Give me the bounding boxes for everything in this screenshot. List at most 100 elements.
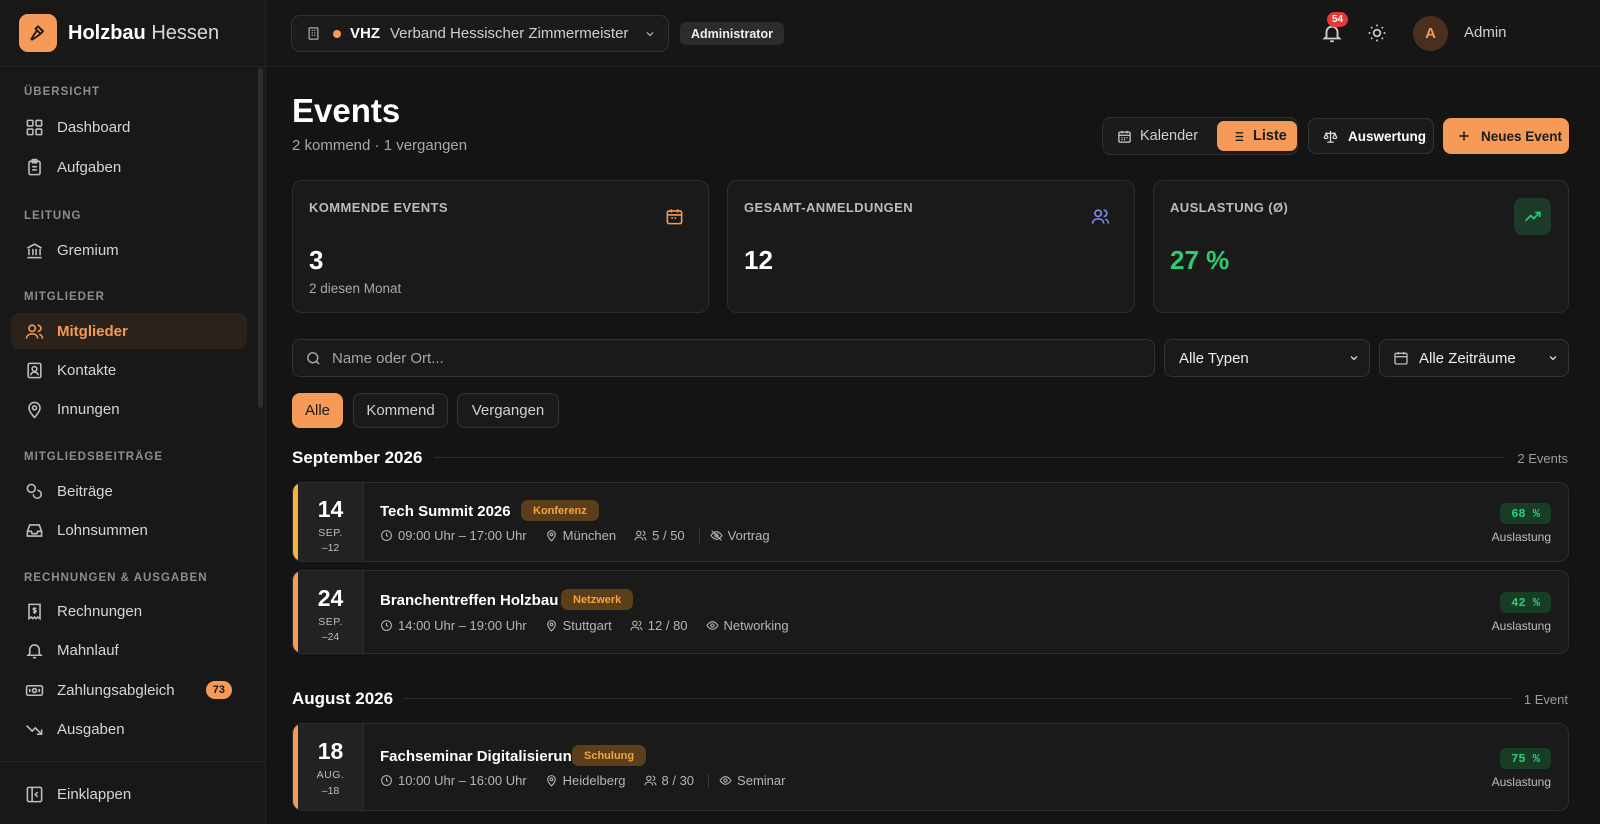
user-name[interactable]: Admin	[1464, 24, 1507, 41]
users-icon	[1091, 209, 1110, 224]
sidebar-item-label: Mahnlauf	[57, 641, 119, 659]
sidebar: Holzbau Hessen ÜBERSICHT Dashboard Aufga…	[0, 0, 266, 824]
new-event-button[interactable]: Neues Event	[1443, 118, 1569, 154]
event-kind: Seminar	[719, 773, 785, 788]
chevron-down-icon	[646, 31, 654, 36]
event-time: 14:00 Uhr – 19:00 Uhr	[380, 618, 527, 633]
trending-up-icon	[1524, 211, 1541, 221]
time-select[interactable]: Alle Zeiträume	[1379, 339, 1569, 377]
avatar[interactable]: A	[1413, 16, 1448, 51]
sidebar-item-label: Rechnungen	[57, 602, 143, 620]
event-row[interactable]: 24 SEP. –24 Branchentreffen Holzbau Netz…	[292, 570, 1569, 654]
sidebar-item-kontakte[interactable]: Kontakte	[11, 352, 247, 388]
event-date-block: 14 SEP. –12	[298, 483, 364, 561]
sidebar-item-mitglieder[interactable]: Mitglieder	[11, 313, 247, 349]
filter-chip-past[interactable]: Vergangen	[457, 393, 559, 428]
sidebar-item-innungen[interactable]: Innungen	[11, 391, 247, 427]
sidebar-item-label: Dashboard	[57, 118, 131, 136]
users-icon	[25, 323, 44, 339]
search-input[interactable]	[332, 349, 1112, 367]
event-meta: 10:00 Uhr – 16:00 Uhr Heidelberg 8 / 30 …	[380, 773, 803, 788]
view-list-label: Liste	[1253, 128, 1287, 144]
role-badge: Administrator	[680, 22, 784, 45]
stat-value: 27 %	[1170, 245, 1230, 275]
event-seats: 12 / 80	[630, 618, 688, 633]
contact-card-icon	[27, 362, 42, 378]
sidebar-item-aufgaben[interactable]: Aufgaben	[11, 149, 247, 185]
clipboard-icon	[28, 158, 41, 175]
hammer-icon	[19, 14, 57, 52]
stat-label: KOMMENDE EVENTS	[309, 200, 448, 215]
section-label-mitglieder: MITGLIEDER	[24, 291, 105, 303]
view-calendar-button[interactable]: Kalender	[1117, 121, 1198, 151]
trending-down-icon	[26, 724, 43, 735]
notification-count-badge: 54	[1327, 12, 1349, 27]
event-title[interactable]: Tech Summit 2026	[380, 503, 511, 520]
type-select-value: Alle Typen	[1179, 349, 1249, 367]
stat-label: GESAMT-ANMELDUNGEN	[744, 200, 913, 215]
filter-chip-all[interactable]: Alle	[292, 393, 343, 428]
sidebar-item-rechnungen[interactable]: Rechnungen	[11, 593, 247, 629]
org-switcher[interactable]: VHZ Verband Hessischer Zimmermeister	[291, 15, 669, 52]
event-row[interactable]: 14 SEP. –12 Tech Summit 2026 Konferenz 0…	[292, 482, 1569, 562]
sidebar-item-label: Ausgaben	[57, 720, 125, 738]
sidebar-item-lohnsummen[interactable]: Lohnsummen	[11, 512, 247, 548]
stat-value: 3	[309, 245, 324, 275]
event-day: 24	[317, 585, 344, 611]
sidebar-item-zahlungsabgleich[interactable]: Zahlungsabgleich 73	[11, 672, 247, 708]
coins-icon	[26, 483, 43, 499]
section-label-uebersicht: ÜBERSICHT	[24, 86, 101, 98]
new-event-label: Neues Event	[1481, 128, 1563, 144]
event-row[interactable]: 18 AUG. –18 Fachseminar Digitalisierung …	[292, 723, 1569, 811]
theme-toggle-sun-icon[interactable]	[1367, 23, 1387, 43]
section-label-mitgliedsbeitraege: MITGLIEDSBEITRÄGE	[24, 451, 164, 463]
type-select[interactable]: Alle Typen	[1164, 339, 1370, 377]
event-title[interactable]: Fachseminar Digitalisierung	[380, 748, 581, 765]
event-place: Heidelberg	[545, 773, 626, 788]
event-date-block: 18 AUG. –18	[298, 724, 364, 810]
brand-name: Holzbau Hessen	[68, 21, 220, 44]
stat-card-registrations: GESAMT-ANMELDUNGEN 12	[727, 180, 1135, 313]
clock-icon	[381, 530, 392, 541]
sidebar-item-dashboard[interactable]: Dashboard	[11, 109, 247, 145]
sidebar-item-gremium[interactable]: Gremium	[11, 232, 247, 268]
search-box	[292, 339, 1155, 377]
count-badge: 73	[205, 681, 232, 699]
eye-icon	[719, 776, 732, 785]
calendar-icon	[1118, 130, 1131, 143]
event-month: SEP.	[318, 616, 343, 628]
sidebar-item-label: Gremium	[57, 241, 119, 259]
utilization-badge: 42 %	[1500, 592, 1551, 613]
collapse-icon	[26, 786, 43, 802]
view-calendar-label: Kalender	[1140, 128, 1199, 144]
divider	[698, 528, 700, 543]
page-subtitle: 2 kommend · 1 vergangen	[292, 137, 468, 154]
event-meta: 09:00 Uhr – 17:00 Uhr München 5 / 50 Vor…	[380, 528, 788, 543]
event-kind: Vortrag	[710, 528, 770, 543]
sidebar-item-label: Lohnsummen	[57, 521, 148, 539]
chevron-down-icon	[1350, 356, 1358, 361]
sidebar-item-beitraege[interactable]: Beiträge	[11, 473, 247, 509]
view-list-button[interactable]: Liste	[1217, 121, 1297, 151]
map-pin-icon	[546, 775, 556, 787]
collapse-label: Einklappen	[57, 785, 132, 803]
event-seats: 5 / 50	[634, 528, 685, 543]
utilization-label: Auslastung	[1491, 530, 1551, 544]
users-icon	[634, 530, 647, 541]
filter-chip-upcoming[interactable]: Kommend	[353, 393, 448, 428]
building-columns-icon	[26, 242, 43, 258]
event-title[interactable]: Branchentreffen Holzbau	[380, 592, 558, 609]
sidebar-scrollbar[interactable]	[258, 68, 263, 408]
inbox-icon	[26, 523, 43, 537]
calendar-icon	[1394, 352, 1408, 365]
brand[interactable]: Holzbau Hessen	[0, 0, 265, 67]
clock-icon	[381, 620, 392, 631]
event-type-tag: Netzwerk	[561, 589, 634, 610]
sidebar-item-mahnlauf[interactable]: Mahnlauf	[11, 632, 247, 668]
stat-value: 12	[744, 245, 773, 275]
users-icon	[630, 620, 643, 631]
sidebar-item-ausgaben[interactable]: Ausgaben	[11, 711, 247, 747]
users-icon	[644, 775, 656, 786]
evaluation-button[interactable]: Auswertung	[1308, 118, 1434, 154]
collapse-button[interactable]: Einklappen	[11, 776, 247, 812]
